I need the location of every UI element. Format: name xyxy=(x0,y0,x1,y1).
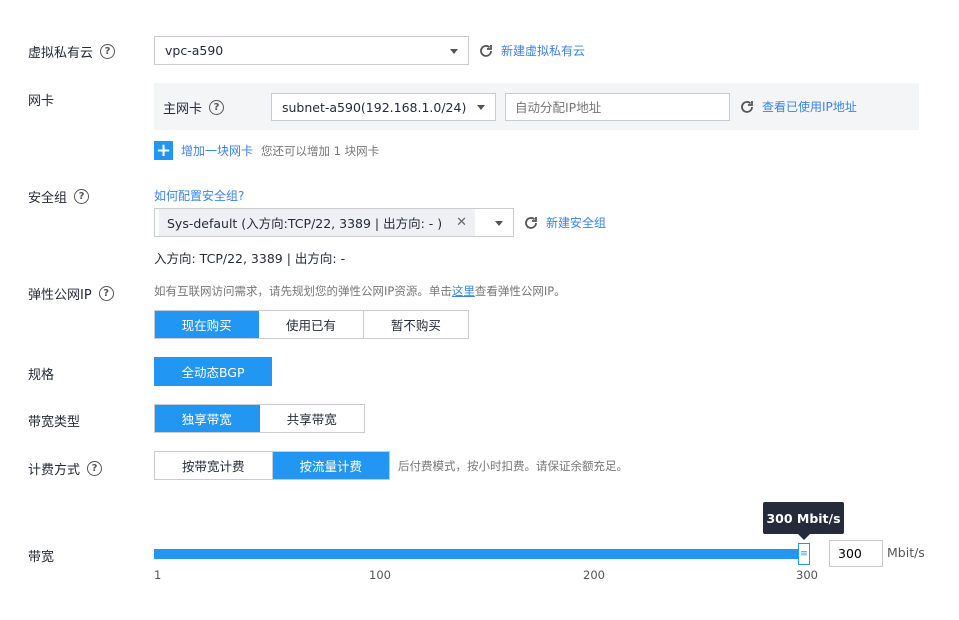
eip-hint: 如有互联网访问需求，请先规划您的弹性公网IP资源。单击这里查看弹性公网IP。 xyxy=(154,283,566,299)
slider-track[interactable] xyxy=(154,549,804,559)
spec-option-bgp[interactable]: 全动态BGP xyxy=(155,358,271,385)
billing-label-row: 计费方式 ? xyxy=(28,459,103,478)
view-used-ip-link[interactable]: 查看已使用IP地址 xyxy=(762,98,857,115)
spec-option-group: 全动态BGP xyxy=(154,357,272,386)
security-group-select[interactable]: Sys-default (入方向:TCP/22, 3389 | 出方向: - )… xyxy=(154,208,514,237)
close-icon[interactable]: ✕ xyxy=(456,215,467,230)
bandwidth-tooltip: 300 Mbit/s xyxy=(763,502,844,534)
billing-option-group: 按带宽计费 按流量计费 xyxy=(154,451,390,480)
vpc-create-group[interactable]: 新建虚拟私有云 xyxy=(478,42,585,59)
eip-option-not-now[interactable]: 暂不购买 xyxy=(364,311,468,338)
bandwidth-unit: Mbit/s xyxy=(887,545,925,560)
help-icon[interactable]: ? xyxy=(74,189,90,204)
primary-nic-label-row: 主网卡 ? xyxy=(163,98,225,117)
bandwidth-type-shared[interactable]: 共享带宽 xyxy=(260,405,365,432)
refresh-icon[interactable] xyxy=(478,43,494,59)
bandwidth-type-option-group: 独享带宽 共享带宽 xyxy=(154,404,365,433)
eip-option-use-existing[interactable]: 使用已有 xyxy=(259,311,364,338)
eip-option-group: 现在购买 使用已有 暂不购买 xyxy=(154,310,469,339)
help-icon[interactable]: ? xyxy=(98,286,114,301)
chevron-down-icon xyxy=(450,48,458,54)
help-icon[interactable]: ? xyxy=(87,461,103,476)
security-group-summary: 入方向: TCP/22, 3389 | 出方向: - xyxy=(154,251,346,266)
view-used-ip-group[interactable]: 查看已使用IP地址 xyxy=(739,98,857,115)
slider-fill xyxy=(154,549,804,559)
create-security-group-link[interactable]: 新建安全组 xyxy=(546,214,606,231)
add-nic-link[interactable]: 增加一块网卡 xyxy=(181,142,253,159)
chevron-down-icon xyxy=(477,105,485,110)
add-nic-hint: 您还可以增加 1 块网卡 xyxy=(261,143,380,158)
nic-label: 网卡 xyxy=(28,94,55,109)
howto-security-group-link[interactable]: 如何配置安全组? xyxy=(154,187,244,204)
eip-hint-before: 如有互联网访问需求，请先规划您的弹性公网IP资源。单击 xyxy=(154,284,452,298)
billing-label: 计费方式 xyxy=(28,463,81,478)
slider-tick-min: 1 xyxy=(154,568,162,582)
subnet-select-value: subnet-a590(192.168.1.0/24) xyxy=(282,99,467,115)
refresh-icon[interactable] xyxy=(523,215,539,231)
help-icon[interactable]: ? xyxy=(100,44,116,59)
vpc-label-row: 虚拟私有云 ? xyxy=(28,42,116,61)
subnet-select[interactable]: subnet-a590(192.168.1.0/24) xyxy=(271,93,496,121)
eip-label-row: 弹性公网IP ? xyxy=(28,284,114,303)
bandwidth-value-input[interactable] xyxy=(829,540,883,567)
eip-label: 弹性公网IP xyxy=(28,288,92,303)
billing-by-bandwidth[interactable]: 按带宽计费 xyxy=(155,452,273,479)
spec-label: 规格 xyxy=(28,368,55,383)
tooltip-arrow xyxy=(798,534,810,540)
bandwidth-tooltip-text: 300 Mbit/s xyxy=(766,510,841,526)
vpc-select[interactable]: vpc-a590 xyxy=(154,36,469,65)
bandwidth-type-dedicated[interactable]: 独享带宽 xyxy=(155,405,260,432)
eip-option-buy-now[interactable]: 现在购买 xyxy=(155,311,260,338)
create-security-group-group[interactable]: 新建安全组 xyxy=(523,214,606,231)
eip-hint-after: 查看弹性公网IP。 xyxy=(474,284,566,298)
bandwidth-label: 带宽 xyxy=(28,550,55,565)
slider-tick-200: 200 xyxy=(583,568,605,582)
chevron-down-icon xyxy=(495,220,503,226)
help-icon[interactable]: ? xyxy=(209,100,225,115)
create-vpc-link[interactable]: 新建虚拟私有云 xyxy=(501,42,585,59)
vpc-label: 虚拟私有云 xyxy=(28,46,94,61)
security-group-tag: Sys-default (入方向:TCP/22, 3389 | 出方向: - )… xyxy=(159,209,476,236)
security-group-tag-text: Sys-default (入方向:TCP/22, 3389 | 出方向: - ) xyxy=(167,216,443,231)
billing-by-traffic[interactable]: 按流量计费 xyxy=(272,452,389,479)
security-group-label: 安全组 xyxy=(28,191,68,206)
slider-handle[interactable]: ≡ xyxy=(798,543,810,565)
slider-tick-max: 300 xyxy=(796,568,818,582)
bandwidth-type-label: 带宽类型 xyxy=(28,415,81,430)
security-group-label-row: 安全组 ? xyxy=(28,187,90,206)
primary-nic-label: 主网卡 xyxy=(163,102,203,117)
eip-here-link[interactable]: 这里 xyxy=(452,284,475,298)
ip-address-input[interactable] xyxy=(505,93,730,121)
refresh-icon[interactable] xyxy=(739,99,755,115)
slider-tick-100: 100 xyxy=(369,568,391,582)
billing-hint: 后付费模式，按小时扣费。请保证余额充足。 xyxy=(398,459,628,473)
vpc-select-value: vpc-a590 xyxy=(165,43,224,58)
plus-icon[interactable]: + xyxy=(154,141,173,160)
add-nic-row: + 增加一块网卡 您还可以增加 1 块网卡 xyxy=(154,141,379,160)
